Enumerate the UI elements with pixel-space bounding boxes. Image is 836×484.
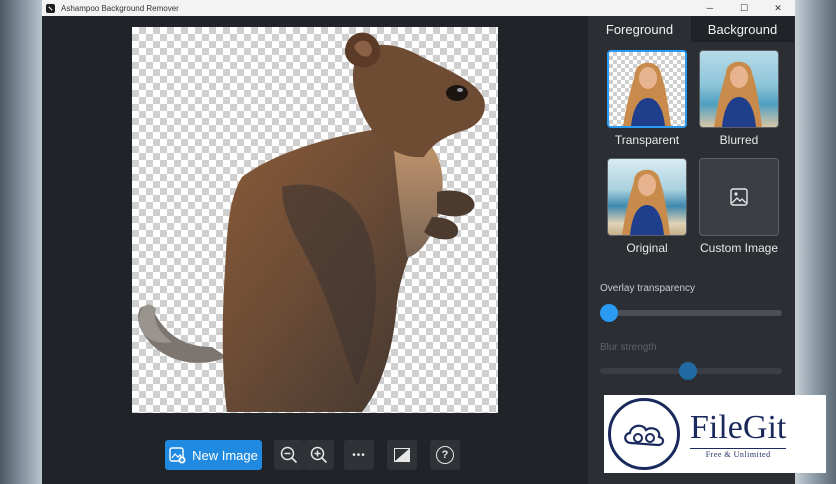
custom-image-thumbnail bbox=[699, 158, 779, 236]
zoom-out-icon bbox=[280, 446, 298, 464]
blurred-thumbnail bbox=[699, 50, 779, 128]
option-transparent-label: Transparent bbox=[614, 133, 680, 147]
overlay-transparency-label: Overlay transparency bbox=[600, 283, 696, 294]
window-title: Ashampoo Background Remover bbox=[61, 3, 179, 13]
overlay-slider-handle[interactable] bbox=[600, 304, 618, 322]
compare-button[interactable] bbox=[387, 440, 417, 470]
maximize-button[interactable]: ☐ bbox=[727, 0, 761, 16]
add-image-icon bbox=[169, 446, 186, 463]
cloud-logo-icon bbox=[624, 424, 665, 447]
blur-slider-handle[interactable] bbox=[678, 362, 697, 380]
minimize-button[interactable]: ─ bbox=[693, 0, 727, 16]
option-blurred[interactable]: Blurred bbox=[699, 50, 779, 148]
overlay-transparency-slider[interactable] bbox=[600, 304, 782, 322]
original-thumbnail bbox=[607, 158, 687, 236]
zoom-in-icon bbox=[310, 446, 328, 464]
filegit-title: FileGit bbox=[690, 408, 787, 446]
new-image-label: New Image bbox=[192, 447, 258, 463]
image-placeholder-icon bbox=[730, 188, 748, 206]
zoom-in-button[interactable] bbox=[304, 440, 334, 470]
zoom-out-button[interactable] bbox=[274, 440, 304, 470]
option-transparent[interactable]: Transparent bbox=[607, 50, 687, 148]
portrait-figure bbox=[714, 61, 762, 127]
panel-tabs: Foreground Background bbox=[588, 16, 795, 42]
squirrel-cutout bbox=[138, 32, 485, 412]
help-icon: ? bbox=[436, 446, 454, 464]
new-image-button[interactable]: New Image bbox=[165, 440, 262, 470]
tab-foreground[interactable]: Foreground bbox=[588, 16, 691, 42]
transparent-thumbnail bbox=[607, 50, 687, 128]
window-controls: ─ ☐ ✕ bbox=[693, 0, 795, 16]
compare-icon bbox=[394, 448, 410, 462]
tab-background[interactable]: Background bbox=[691, 16, 794, 42]
bottom-toolbar: New Image ••• ? bbox=[42, 440, 588, 470]
image-preview[interactable] bbox=[132, 27, 498, 413]
app-logo-icon bbox=[46, 3, 55, 13]
portrait-figure bbox=[622, 169, 670, 235]
image-canvas-area: New Image ••• ? bbox=[42, 16, 588, 484]
more-button[interactable]: ••• bbox=[344, 440, 374, 470]
filegit-text: FileGit Free & Unlimited bbox=[690, 408, 787, 459]
option-blurred-label: Blurred bbox=[719, 133, 759, 147]
option-original-label: Original bbox=[626, 241, 668, 255]
blur-strength-label: Blur strength bbox=[600, 342, 657, 353]
title-bar: Ashampoo Background Remover ─ ☐ ✕ bbox=[42, 0, 795, 16]
option-custom-image[interactable]: Custom Image bbox=[699, 158, 779, 256]
filegit-watermark: FileGit Free & Unlimited bbox=[604, 395, 826, 473]
option-custom-image-label: Custom Image bbox=[699, 241, 779, 255]
close-button[interactable]: ✕ bbox=[761, 0, 795, 16]
filegit-subtitle: Free & Unlimited bbox=[690, 447, 787, 459]
portrait-figure bbox=[623, 62, 671, 126]
help-button[interactable]: ? bbox=[430, 440, 460, 470]
option-original[interactable]: Original bbox=[607, 158, 687, 256]
blur-strength-slider[interactable] bbox=[600, 362, 782, 380]
filegit-logo bbox=[608, 398, 680, 470]
